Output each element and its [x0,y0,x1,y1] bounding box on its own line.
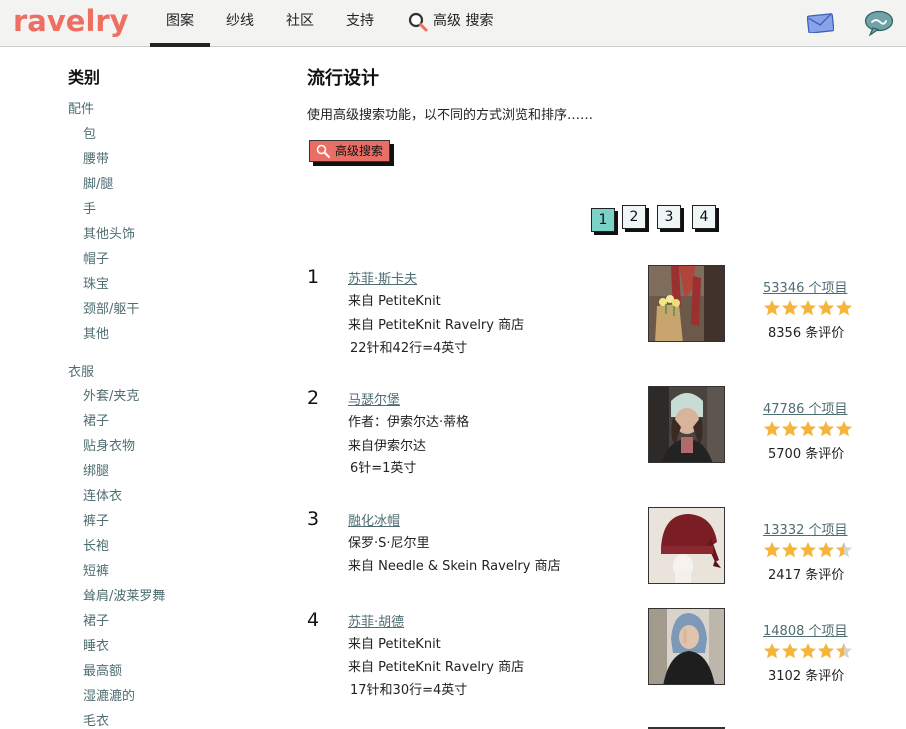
rating-stars [764,421,852,437]
project-count-link[interactable]: 14808 个项目 [763,620,848,639]
pattern-title-link[interactable]: 苏菲·胡德 [348,611,404,630]
mail-icon[interactable] [807,13,834,33]
page-button-2[interactable]: 2 [622,205,646,229]
category-item[interactable]: 珠宝 [83,273,109,292]
sidebar-title: 类别 [68,68,101,87]
page-button-3[interactable]: 3 [657,205,681,229]
page-button-4[interactable]: 4 [692,205,716,229]
category-item[interactable]: 睡衣 [83,635,109,654]
category-accessories[interactable]: 配件 [68,98,94,117]
pattern-designer: 来自 PetiteKnit [348,637,441,652]
rating-stars [764,643,852,659]
pattern-gauge: 6针=1英寸 [350,461,417,476]
top-navigation-bar: ravelry 图案 纱线 社区 支持 高级 搜索 [0,0,906,47]
search-icon[interactable] [408,12,428,32]
star-icon [764,300,852,316]
category-item[interactable]: 最高额 [83,660,122,679]
pattern-designer: 作者：伊索尔达·蒂格 [348,415,470,430]
category-item[interactable]: 脚/腿 [83,173,113,192]
advanced-search-button-label: 高级搜索 [335,144,384,158]
pattern-designer: 保罗·S·尼尔里 [348,536,430,551]
category-item[interactable]: 其他 [83,323,109,342]
pattern-thumbnail[interactable] [648,265,725,342]
pattern-thumbnail[interactable] [648,386,725,463]
pattern-gauge: 17针和30行=4英寸 [350,683,468,698]
star-icon [764,542,852,558]
category-item[interactable]: 裙子 [83,610,109,629]
pattern-thumbnail[interactable] [648,507,725,584]
category-clothing[interactable]: 衣服 [68,361,94,380]
pattern-gauge: 22针和42行=4英寸 [350,341,468,356]
rating-stars [764,300,852,316]
category-item[interactable]: 绑腿 [83,460,109,479]
review-count: 2417 条评价 [768,568,845,583]
category-item[interactable]: 湿漉漉的 [83,685,135,704]
category-item[interactable]: 长袍 [83,535,109,554]
star-icon [764,643,852,659]
nav-tab-support[interactable]: 支持 [346,0,374,47]
rating-stars [764,542,852,558]
pattern-thumbnail[interactable] [648,608,725,685]
category-item[interactable]: 贴身衣物 [83,435,135,454]
review-count: 3102 条评价 [768,669,845,684]
project-count-link[interactable]: 47786 个项目 [763,398,848,417]
pattern-source: 来自 PetiteKnit Ravelry 商店 [348,318,525,333]
pagination: 1 2 3 4 [0,205,906,235]
category-item[interactable]: 帽子 [83,248,109,267]
nav-tab-yarns[interactable]: 纱线 [226,0,254,47]
search-icon [316,144,330,158]
pattern-rank: 3 [307,508,320,530]
category-item[interactable]: 外套/夹克 [83,385,139,404]
pattern-title-link[interactable]: 融化冰帽 [348,510,400,529]
category-item[interactable]: 裙子 [83,410,109,429]
category-item[interactable]: 裤子 [83,510,109,529]
nav-tab-patterns[interactable]: 图案 [150,0,210,47]
page-button-1[interactable]: 1 [591,208,615,232]
page-title: 流行设计 [307,68,379,89]
pattern-title-link[interactable]: 马瑟尔堡 [348,389,400,408]
category-item[interactable]: 耸肩/波莱罗舞 [83,585,165,604]
nav-tab-community[interactable]: 社区 [286,0,314,47]
project-count-link[interactable]: 53346 个项目 [763,277,848,296]
category-item[interactable]: 毛衣 [83,710,109,729]
page-description: 使用高级搜索功能，以不同的方式浏览和排序…… [307,108,594,123]
category-item[interactable]: 连体衣 [83,485,122,504]
pattern-source: 来自 Needle & Skein Ravelry 商店 [348,559,561,574]
pattern-rank: 4 [307,609,320,631]
pattern-rank: 2 [307,387,320,409]
advanced-search-button[interactable]: 高级搜索 [309,140,390,162]
star-icon [764,421,852,437]
review-count: 5700 条评价 [768,447,845,462]
nav-advanced-search[interactable]: 高级 搜索 [433,0,493,47]
project-count-link[interactable]: 13332 个项目 [763,519,848,538]
pattern-source: 来自伊索尔达 [348,439,427,454]
category-item[interactable]: 包 [83,123,96,142]
pattern-title-link[interactable]: 苏菲·斯卡夫 [348,268,417,287]
review-count: 8356 条评价 [768,326,845,341]
ravelry-logo[interactable]: ravelry [13,4,129,38]
pattern-designer: 来自 PetiteKnit [348,294,441,309]
category-item[interactable]: 短裤 [83,560,109,579]
pattern-rank: 1 [307,266,320,288]
category-item[interactable]: 腰带 [83,148,109,167]
chat-bubble-icon[interactable] [864,10,894,36]
pattern-source: 来自 PetiteKnit Ravelry 商店 [348,660,525,675]
category-item[interactable]: 颈部/躯干 [83,298,139,317]
